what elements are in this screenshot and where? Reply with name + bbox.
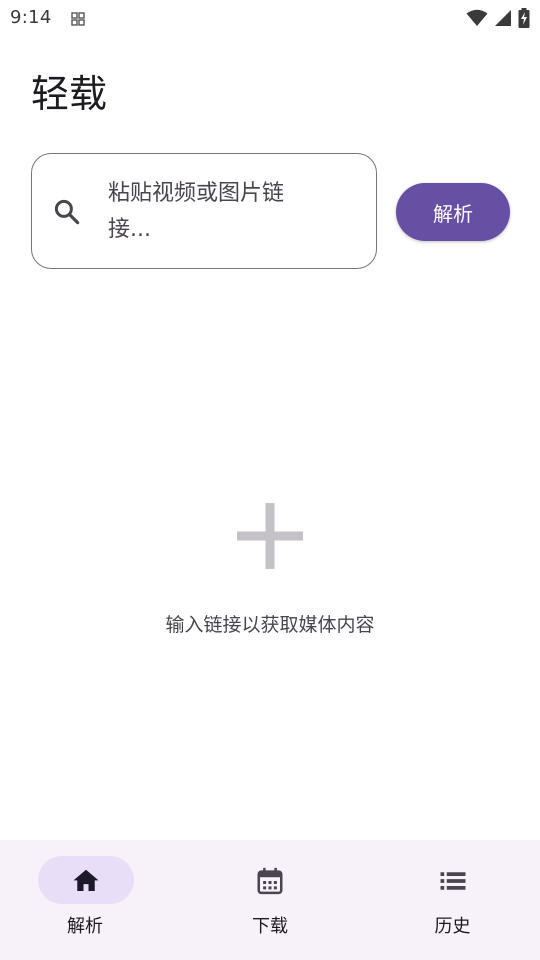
empty-state-message: 输入链接以获取媒体内容 [165, 614, 375, 636]
bottom-navigation: 解析 下载 历史 [0, 840, 540, 960]
status-time: 9:14 [10, 7, 52, 28]
link-input-placeholder[interactable]: 粘贴视频或图片链接... [108, 176, 308, 248]
parse-button[interactable]: 解析 [396, 183, 510, 241]
nav-item-download[interactable]: 下载 [180, 840, 360, 960]
wifi-icon [466, 9, 488, 26]
plus-icon [237, 503, 303, 569]
nav-item-history[interactable]: 历史 [360, 840, 540, 960]
search-icon [54, 199, 80, 225]
nav-label-download: 下载 [252, 916, 288, 937]
nav-label-parse: 解析 [67, 916, 103, 937]
home-icon [73, 869, 99, 891]
list-icon [440, 872, 466, 890]
link-input-field[interactable]: 粘贴视频或图片链接... [31, 153, 377, 269]
battery-charging-icon [518, 8, 530, 28]
calendar-icon [257, 867, 283, 895]
cellular-signal-icon [495, 10, 511, 26]
nav-item-parse[interactable]: 解析 [0, 840, 180, 960]
status-bar: 9:14 [0, 0, 540, 36]
status-icons [466, 8, 530, 28]
page-title: 轻载 [31, 72, 108, 116]
notification-grid-icon [71, 12, 85, 26]
nav-label-history: 历史 [434, 916, 471, 937]
